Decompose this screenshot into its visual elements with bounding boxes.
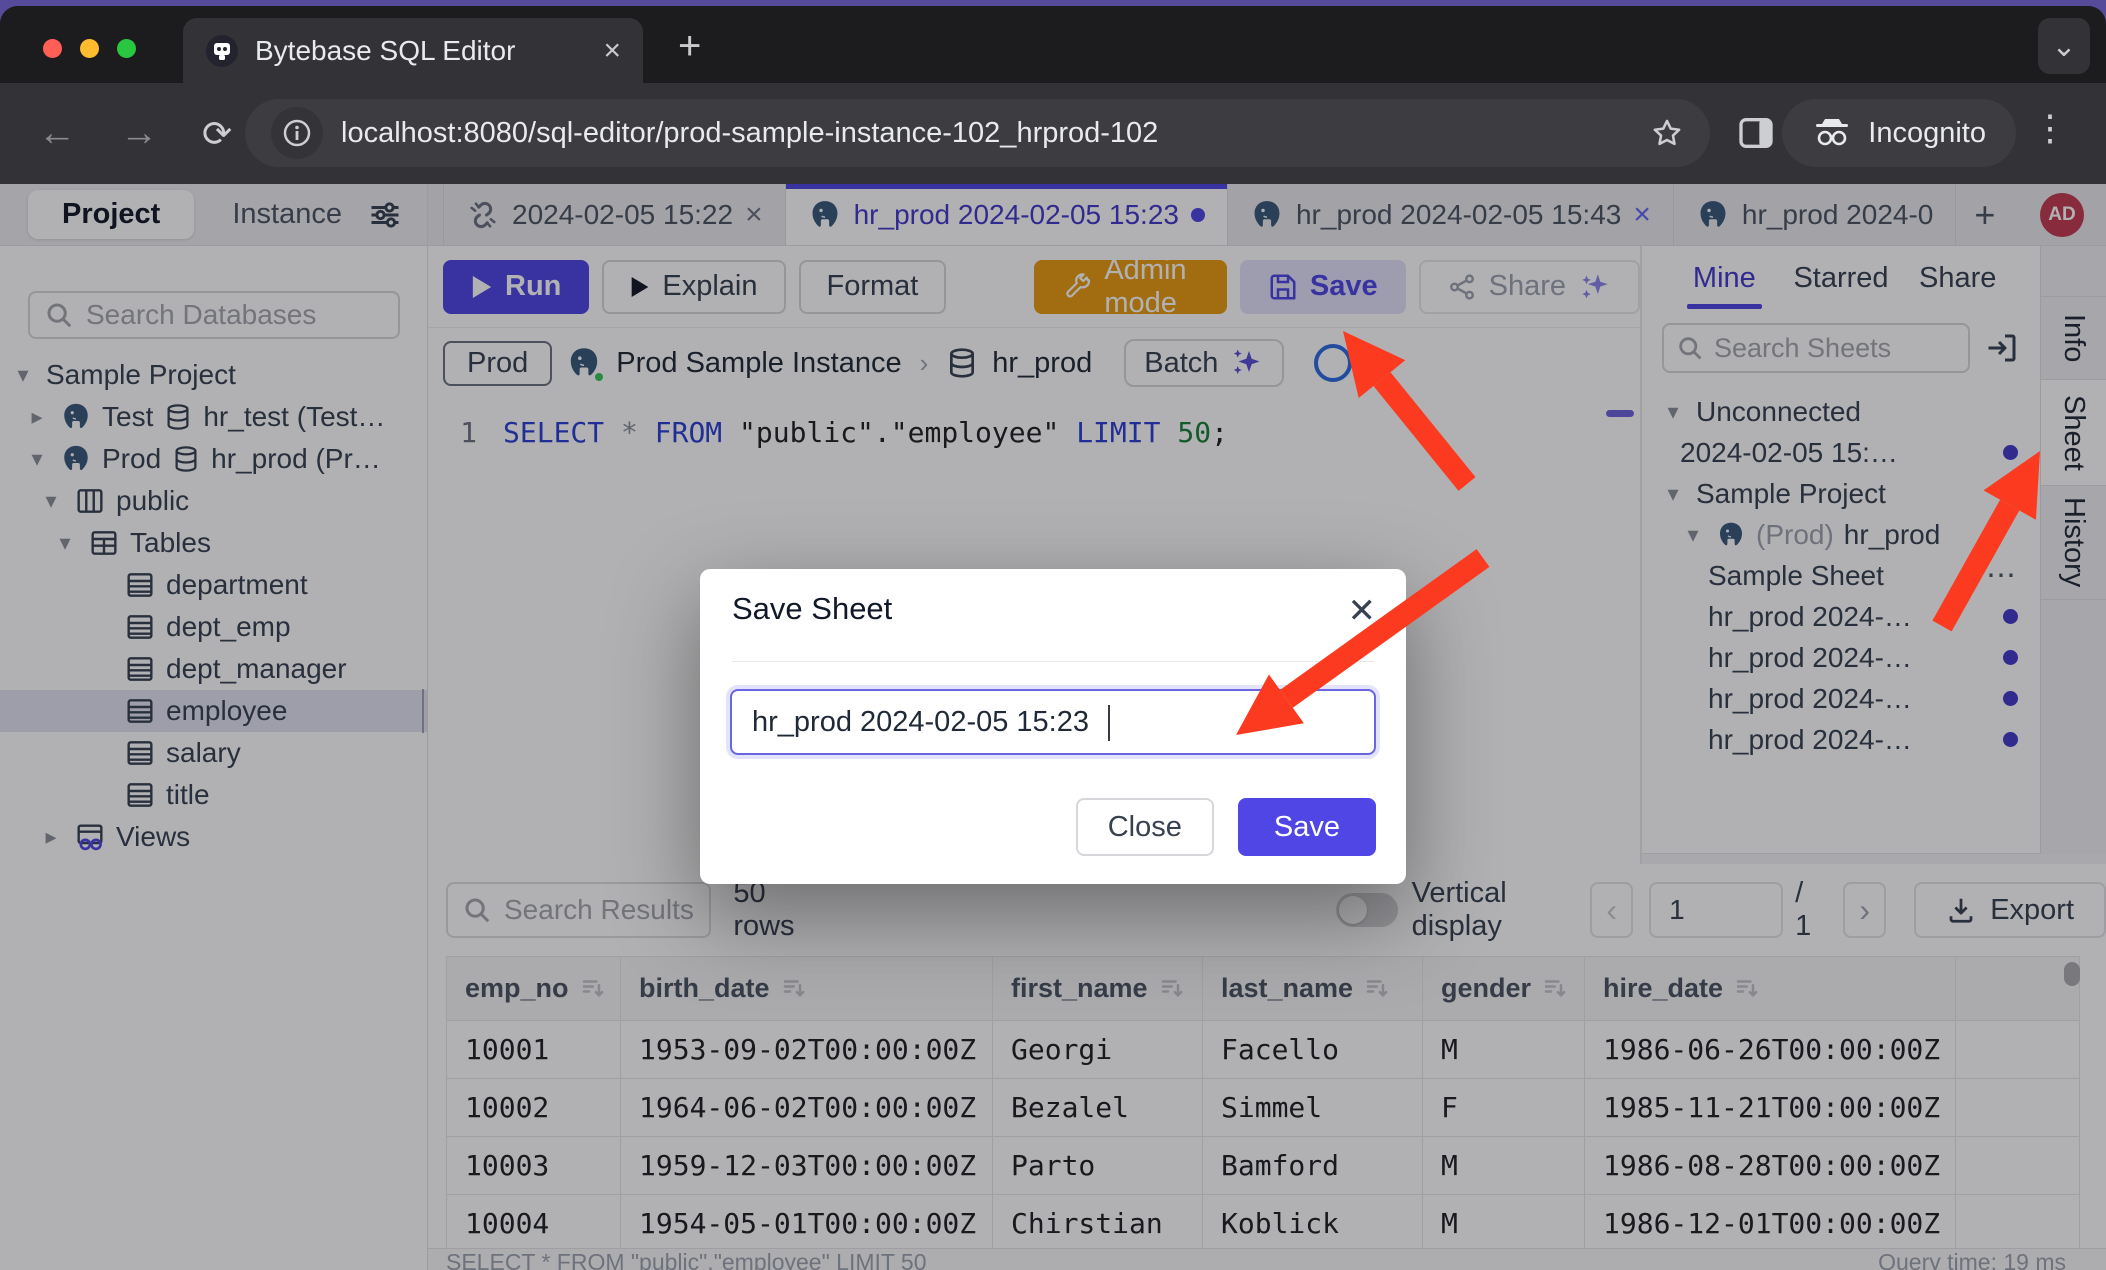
browser-tab-title: Bytebase SQL Editor: [255, 35, 587, 67]
url-text: localhost:8080/sql-editor/prod-sample-in…: [341, 117, 1638, 150]
dialog-save-button[interactable]: Save: [1238, 798, 1376, 856]
browser-navbar: ← → ⟳ localhost:8080/sql-editor/prod-sam…: [0, 83, 2106, 184]
text-cursor: [1108, 705, 1110, 741]
screen: Bytebase SQL Editor × + ⌄ ← → ⟳ localhos…: [0, 0, 2106, 1270]
save-sheet-dialog: Save Sheet ✕ Close Save: [700, 569, 1406, 884]
bookmark-star-icon[interactable]: [1650, 116, 1684, 150]
traffic-minimize-button[interactable]: [80, 39, 99, 58]
new-tab-button[interactable]: +: [678, 24, 701, 69]
tab-search-button[interactable]: ⌄: [2038, 18, 2090, 74]
incognito-icon: [1812, 116, 1852, 150]
dialog-close-icon[interactable]: ✕: [1348, 591, 1377, 631]
bytebase-favicon: [205, 34, 239, 68]
browser-tabbar: Bytebase SQL Editor × + ⌄: [0, 6, 2106, 83]
site-info-icon[interactable]: [271, 107, 323, 159]
browser-tab[interactable]: Bytebase SQL Editor ×: [183, 18, 643, 83]
incognito-label: Incognito: [1868, 117, 1986, 150]
incognito-badge: Incognito: [1782, 99, 2016, 167]
dialog-divider: [732, 661, 1374, 662]
browser-menu-icon[interactable]: ⋮: [2032, 107, 2068, 149]
traffic-zoom-button[interactable]: [117, 39, 136, 58]
sheet-name-input[interactable]: [730, 689, 1376, 755]
back-icon[interactable]: ←: [38, 112, 76, 155]
browser-window: Bytebase SQL Editor × + ⌄ ← → ⟳ localhos…: [0, 6, 2106, 1270]
traffic-close-button[interactable]: [43, 39, 62, 58]
dialog-title: Save Sheet: [732, 591, 892, 627]
browser-tab-close-icon[interactable]: ×: [603, 34, 621, 68]
side-panel-icon[interactable]: [1736, 113, 1776, 153]
address-bar[interactable]: localhost:8080/sql-editor/prod-sample-in…: [245, 99, 1710, 167]
reload-icon[interactable]: ⟳: [202, 113, 232, 155]
dialog-close-button[interactable]: Close: [1076, 798, 1214, 856]
forward-icon[interactable]: →: [120, 112, 158, 155]
